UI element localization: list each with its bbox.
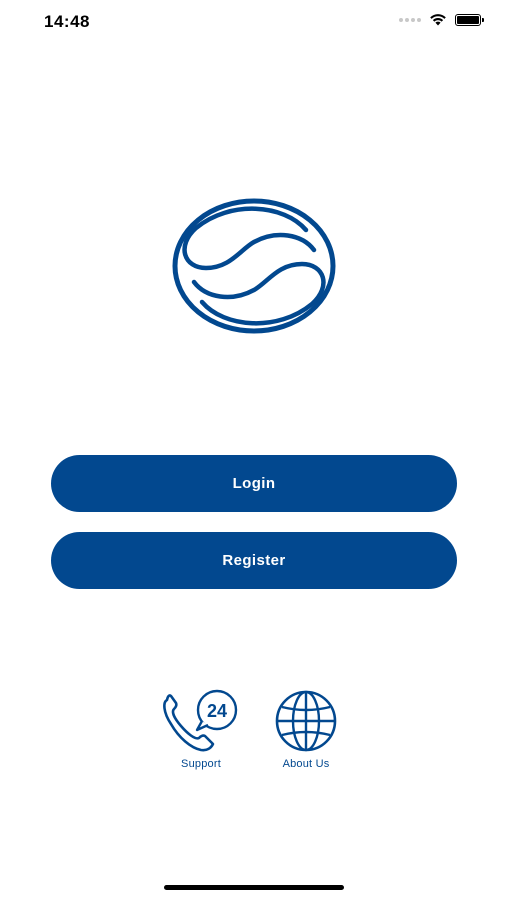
register-button[interactable]: Register xyxy=(51,532,457,589)
support-label: Support xyxy=(181,758,221,770)
status-bar: 14:48 xyxy=(0,0,507,46)
cellular-signal-icon xyxy=(399,17,421,22)
support-link[interactable]: 24 Support xyxy=(156,688,246,770)
status-icons xyxy=(399,13,484,26)
about-us-label: About Us xyxy=(282,758,330,770)
status-time: 14:48 xyxy=(44,12,90,31)
wifi-icon xyxy=(430,14,446,26)
globe-icon xyxy=(275,690,337,752)
brand-logo xyxy=(172,198,336,334)
about-us-link[interactable]: About Us xyxy=(261,688,351,770)
home-indicator[interactable] xyxy=(164,885,344,890)
battery-icon xyxy=(455,13,484,26)
svg-text:24: 24 xyxy=(207,701,227,721)
login-button[interactable]: Login xyxy=(51,455,457,512)
phone-24-icon: 24 xyxy=(163,689,238,752)
